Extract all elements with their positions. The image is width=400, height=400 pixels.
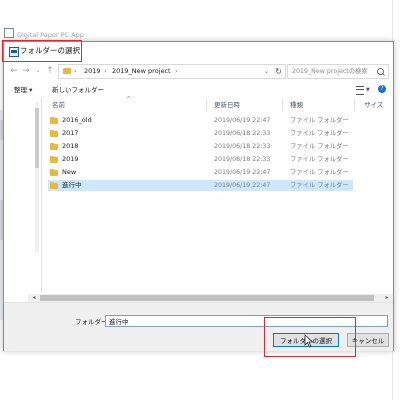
column-header-date[interactable]: 更新日時: [214, 98, 240, 112]
chevron-down-icon[interactable]: ⌄: [32, 63, 44, 79]
address-dropdown-icon[interactable]: ⌄: [264, 65, 269, 78]
column-divider[interactable]: [206, 98, 207, 112]
list-item-type: ファイル フォルダー: [290, 143, 349, 150]
organize-button[interactable]: 整理 ▾: [14, 83, 32, 97]
address-bar[interactable]: › 2019 › 2019_New project › ⌄ ↻: [58, 64, 286, 79]
column-header-name[interactable]: 名前: [52, 98, 65, 112]
list-item-type: ファイル フォルダー: [290, 117, 349, 124]
background-app-title: Digital Paper PC App: [0, 28, 200, 39]
list-item-name: 2017: [62, 129, 79, 137]
folder-icon: [63, 68, 71, 74]
list-item[interactable]: 2019 2019/06/18 22:33 ファイル フォルダー: [48, 154, 353, 165]
up-arrow-icon[interactable]: ↑: [44, 63, 56, 79]
breadcrumb-new-project[interactable]: 2019_New project: [112, 65, 171, 78]
list-item[interactable]: 2018 2019/06/18 22:33 ファイル フォルダー: [48, 141, 353, 152]
folder-icon: [50, 182, 58, 189]
list-item-selected[interactable]: 進行中 2019/06/19 22:47 ファイル フォルダー: [48, 180, 353, 191]
sort-ascending-icon: ^: [126, 96, 132, 103]
list-item-type: ファイル フォルダー: [290, 156, 349, 163]
list-item-name: 2016_old: [62, 116, 92, 124]
forward-arrow-icon[interactable]: →: [20, 63, 32, 79]
breadcrumb-separator: ›: [74, 67, 77, 75]
list-item-type: ファイル フォルダー: [290, 169, 349, 176]
chevron-down-icon[interactable]: ▼: [366, 83, 370, 97]
list-item-date: 2019/06/18 22:33: [214, 130, 271, 137]
scrollbar-thumb[interactable]: [35, 108, 39, 168]
scroll-left-icon[interactable]: ◂: [30, 294, 38, 302]
search-placeholder: 2019_New projectの検索: [292, 68, 368, 75]
title-highlight-box: [2, 40, 82, 62]
back-arrow-icon[interactable]: ←: [8, 63, 20, 79]
folder-icon: [50, 169, 58, 176]
list-item-date: 2019/06/18 22:33: [214, 143, 271, 150]
help-icon[interactable]: ?: [378, 85, 386, 93]
list-item-date: 2019/06/18 22:33: [214, 156, 271, 163]
select-button-highlight-box: [264, 317, 356, 357]
folder-icon: [50, 117, 58, 124]
column-header-size[interactable]: サイズ: [364, 98, 383, 112]
breadcrumb-2019[interactable]: 2019: [84, 65, 101, 78]
list-item[interactable]: New 2019/06/19 22:47 ファイル フォルダー: [48, 167, 353, 178]
scrollbar-thumb[interactable]: [40, 295, 374, 301]
toolbar: 整理 ▾ 新しいフォルダー ▼ ?: [4, 83, 393, 97]
folder-icon: [50, 143, 58, 150]
list-item-name: 進行中: [62, 181, 82, 189]
list-item-date: 2019/06/19 22:47: [214, 117, 271, 124]
folder-select-dialog: フォルダーの選択 ← → ⌄ ↑ › 2019 › 2019_New proje…: [3, 41, 394, 351]
navigation-pane[interactable]: [4, 98, 42, 293]
list-item-name: 2019: [62, 155, 79, 163]
list-item-type: ファイル フォルダー: [290, 130, 349, 137]
search-icon: [377, 68, 384, 75]
app-icon: [4, 28, 14, 38]
navigation-pane-scrollbar[interactable]: [35, 102, 39, 252]
refresh-icon[interactable]: ↻: [275, 65, 282, 78]
folder-icon: [50, 156, 58, 163]
background-app-title-text: Digital Paper PC App: [17, 31, 84, 39]
column-header-type[interactable]: 種類: [290, 98, 303, 112]
search-box[interactable]: 2019_New projectの検索: [287, 64, 389, 79]
breadcrumb-separator: ›: [104, 67, 107, 75]
navigation-bar: ← → ⌄ ↑ › 2019 › 2019_New project › ⌄ ↻ …: [4, 63, 393, 79]
file-list: 名前 ^ 更新日時 種類 サイズ 2016_old 2019/06/19 22:…: [42, 96, 393, 293]
list-item[interactable]: 2016_old 2019/06/19 22:47 ファイル フォルダー: [48, 115, 353, 126]
list-item-date: 2019/06/19 22:47: [214, 182, 271, 189]
list-item-name: 2018: [62, 142, 79, 150]
horizontal-scrollbar[interactable]: ◂ ▸: [28, 294, 393, 302]
scroll-right-icon[interactable]: ▸: [383, 294, 391, 302]
column-divider[interactable]: [282, 98, 283, 112]
folder-icon: [50, 130, 58, 137]
list-item-name: New: [62, 168, 77, 176]
breadcrumb-separator: ›: [175, 67, 178, 75]
column-divider[interactable]: [354, 98, 355, 112]
new-folder-button[interactable]: 新しいフォルダー: [52, 83, 104, 97]
list-item[interactable]: 2017 2019/06/18 22:33 ファイル フォルダー: [48, 128, 353, 139]
list-item-date: 2019/06/19 22:47: [214, 169, 271, 176]
view-options-icon[interactable]: [356, 86, 364, 95]
list-item-type: ファイル フォルダー: [290, 182, 349, 189]
